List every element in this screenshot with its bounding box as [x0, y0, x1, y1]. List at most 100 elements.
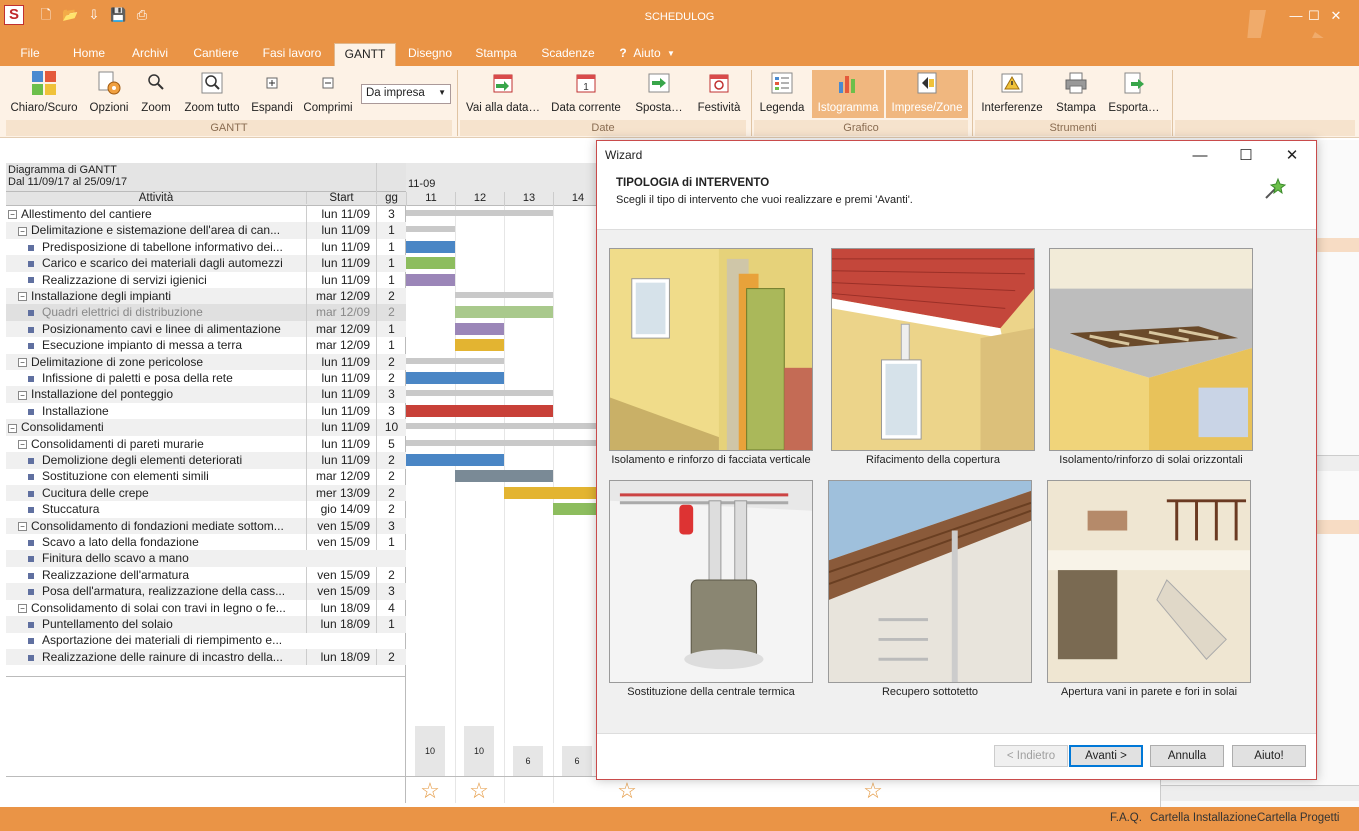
- option-solai-image[interactable]: [1049, 248, 1253, 451]
- gantt-row[interactable]: Cucitura delle crepe mer 13/09 2: [6, 484, 406, 502]
- maximize-icon[interactable]: ☐: [1303, 6, 1325, 26]
- option-solai-label[interactable]: Isolamento/rinforzo di solai orizzontali: [1036, 454, 1266, 466]
- espandi-button[interactable]: Espandi: [250, 70, 294, 118]
- interferenze-button[interactable]: Interferenze: [978, 70, 1046, 118]
- gantt-row[interactable]: Realizzazione di servizi igienici lun 11/…: [6, 271, 406, 289]
- gantt-row[interactable]: − Installazione degli impianti mar 12/09 2: [6, 288, 406, 305]
- summary-bar[interactable]: [406, 210, 553, 216]
- download-icon[interactable]: ⇩: [86, 7, 102, 23]
- tab-stampa[interactable]: Stampa: [468, 43, 524, 66]
- option-sottotetto-label[interactable]: Recupero sottotetto: [815, 686, 1045, 698]
- tab-cantiere[interactable]: Cantiere: [188, 43, 244, 66]
- opzioni-button[interactable]: Opzioni: [86, 70, 132, 118]
- option-vani-label[interactable]: Apertura vani in parete e fori in solai: [1034, 686, 1264, 698]
- gantt-row[interactable]: − Allestimento del cantiere lun 11/09 3: [6, 206, 406, 223]
- esporta-button[interactable]: Esporta…: [1104, 70, 1164, 118]
- tab-home[interactable]: Home: [66, 43, 112, 66]
- gantt-row[interactable]: Finitura dello scavo a mano: [6, 550, 406, 567]
- option-copertura-label[interactable]: Rifacimento della copertura: [818, 454, 1048, 466]
- collapse-toggle-icon[interactable]: −: [18, 603, 27, 613]
- zoom-tutto-button[interactable]: Zoom tutto: [180, 70, 244, 118]
- maximize-icon[interactable]: ☐: [1236, 146, 1256, 166]
- collapse-toggle-icon[interactable]: −: [18, 439, 27, 449]
- gantt-row[interactable]: Puntellamento del solaio lun 18/09 1: [6, 616, 406, 633]
- collapse-toggle-icon[interactable]: −: [18, 292, 27, 302]
- help-button[interactable]: Aiuto!: [1232, 745, 1306, 767]
- gantt-row[interactable]: Predisposizione di tabellone informativo…: [6, 238, 406, 256]
- summary-bar[interactable]: [406, 423, 597, 430]
- festivita-button[interactable]: Festività: [694, 70, 744, 118]
- task-bar[interactable]: [455, 306, 553, 319]
- close-icon[interactable]: ✕: [1282, 146, 1302, 166]
- istogramma-button[interactable]: Istogramma: [812, 70, 884, 118]
- gantt-row[interactable]: Demolizione degli elementi deteriorati lu…: [6, 452, 406, 469]
- task-bar[interactable]: [504, 486, 597, 499]
- chevron-down-icon[interactable]: ▼: [664, 43, 678, 66]
- save-icon[interactable]: 💾: [110, 7, 126, 23]
- gantt-row[interactable]: − Consolidamento di solai con travi in le…: [6, 599, 406, 617]
- collapse-toggle-icon[interactable]: −: [18, 357, 27, 367]
- gantt-row[interactable]: Carico e scarico dei materiali dagli aut…: [6, 255, 406, 272]
- gantt-row[interactable]: − Delimitazione di zone pericolose lun 11/…: [6, 353, 406, 371]
- app-logo-icon[interactable]: S: [4, 5, 24, 25]
- task-bar[interactable]: [406, 257, 455, 270]
- vai-alla-data-button[interactable]: Vai alla data…: [464, 70, 542, 118]
- cartella-installazione-link[interactable]: Cartella Installazione: [1150, 812, 1257, 824]
- gantt-row[interactable]: Installazione lun 11/09 3: [6, 402, 406, 420]
- task-bar[interactable]: [406, 240, 455, 253]
- minimize-icon[interactable]: —: [1190, 146, 1210, 166]
- collapse-toggle-icon[interactable]: −: [8, 423, 17, 433]
- task-bar[interactable]: [455, 322, 504, 335]
- option-sottotetto-image[interactable]: [828, 480, 1032, 683]
- task-bar[interactable]: [553, 503, 597, 516]
- gantt-row[interactable]: Realizzazione dell'armatura ven 15/09 2: [6, 566, 406, 584]
- gantt-row[interactable]: Infissione di paletti e posa della rete l…: [6, 370, 406, 387]
- col-start[interactable]: Start: [306, 192, 376, 204]
- option-centrale-termica-label[interactable]: Sostituzione della centrale termica: [596, 686, 826, 698]
- gantt-row[interactable]: Stuccatura gio 14/09 2: [6, 501, 406, 518]
- gantt-row[interactable]: Sostituzione con elementi simili mar 12/0…: [6, 468, 406, 485]
- summary-bar[interactable]: [406, 357, 504, 364]
- tab-fasi-lavoro[interactable]: Fasi lavoro: [256, 43, 328, 66]
- gantt-row[interactable]: Realizzazione delle rainure di incastro …: [6, 648, 406, 666]
- task-bar[interactable]: [406, 404, 553, 417]
- cartella-progetti-link[interactable]: Cartella Progetti: [1257, 812, 1339, 824]
- gantt-row[interactable]: − Consolidamenti di pareti murarie lun 11/…: [6, 435, 406, 453]
- summary-bar[interactable]: [406, 439, 597, 446]
- next-button[interactable]: Avanti >: [1069, 745, 1143, 767]
- gantt-row[interactable]: − Consolidamento di fondazioni mediate so…: [6, 517, 406, 535]
- gantt-row[interactable]: Posa dell'armatura, realizzazione della …: [6, 583, 406, 600]
- comprimi-button[interactable]: Comprimi: [302, 70, 354, 118]
- task-bar[interactable]: [406, 372, 504, 384]
- col-gg[interactable]: gg: [376, 192, 406, 204]
- impresa-select[interactable]: Da impresa ▼: [361, 84, 451, 104]
- collapse-toggle-icon[interactable]: −: [18, 390, 27, 400]
- close-icon[interactable]: ✕: [1325, 6, 1347, 26]
- task-bar[interactable]: [455, 470, 553, 483]
- option-vani-image[interactable]: [1047, 480, 1251, 683]
- imprese-zone-button[interactable]: Imprese/Zone: [886, 70, 968, 118]
- tab-gantt[interactable]: GANTT: [334, 43, 396, 66]
- summary-bar[interactable]: [406, 226, 455, 233]
- gantt-row[interactable]: Scavo a lato della fondazione ven 15/09 1: [6, 534, 406, 551]
- option-facciata-image[interactable]: [609, 248, 813, 451]
- tab-archivi[interactable]: Archivi: [124, 43, 176, 66]
- gantt-row[interactable]: Quadri elettrici di distribuzione mar 12/…: [6, 304, 406, 321]
- collapse-toggle-icon[interactable]: −: [18, 521, 27, 531]
- cancel-button[interactable]: Annulla: [1150, 745, 1224, 767]
- chiaro-scuro-button[interactable]: Chiaro/Scuro: [10, 70, 78, 118]
- stampa-button[interactable]: Stampa: [1054, 70, 1098, 118]
- zoom-button[interactable]: Zoom: [138, 70, 174, 118]
- summary-bar[interactable]: [406, 390, 553, 397]
- collapse-toggle-icon[interactable]: −: [8, 210, 17, 220]
- gantt-row[interactable]: − Installazione del ponteggio lun 11/09 3: [6, 386, 406, 403]
- option-centrale-termica-image[interactable]: [609, 480, 813, 683]
- tab-aiuto[interactable]: Aiuto: [630, 43, 664, 66]
- gantt-row[interactable]: Posizionamento cavi e linee di alimentaz…: [6, 320, 406, 338]
- open-folder-icon[interactable]: 📂: [62, 7, 78, 23]
- gantt-row[interactable]: Asportazione dei materiali di riempiment…: [6, 632, 406, 649]
- legenda-button[interactable]: Legenda: [756, 70, 808, 118]
- option-facciata-label[interactable]: Isolamento e rinforzo di facciata vertic…: [596, 454, 826, 466]
- gantt-row[interactable]: − Delimitazione e sistemazione dell'area …: [6, 222, 406, 239]
- faq-link[interactable]: F.A.Q.: [1110, 812, 1142, 824]
